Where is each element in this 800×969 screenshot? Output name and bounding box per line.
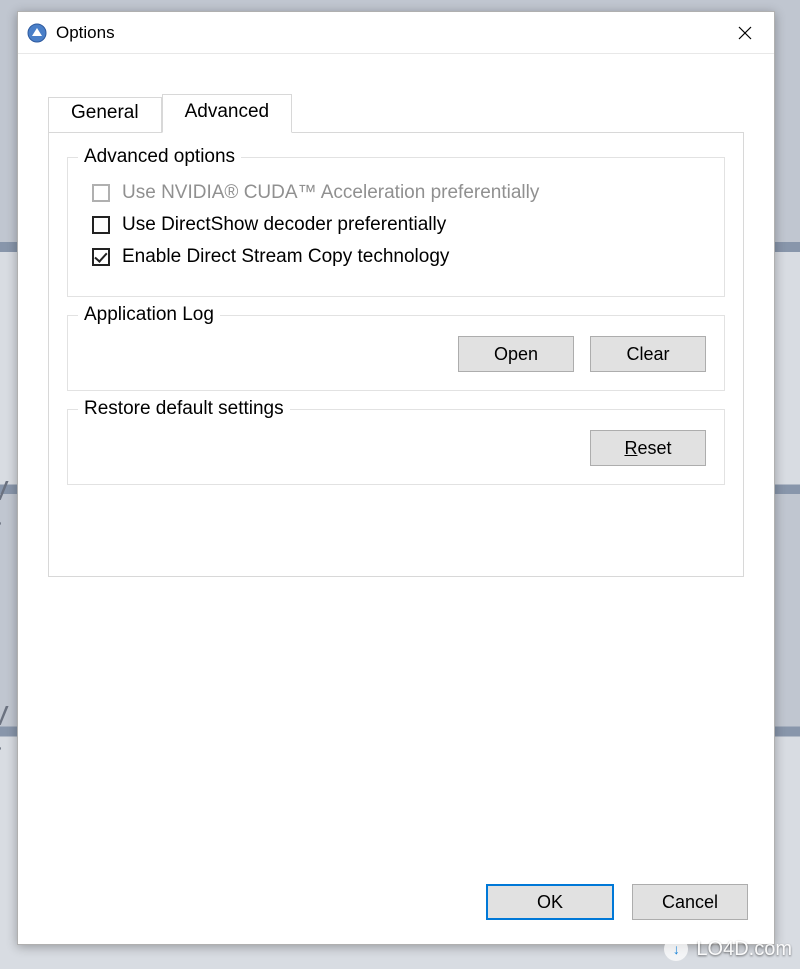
group-legend: Advanced options (78, 146, 241, 168)
option-directshow[interactable]: Use DirectShow decoder preferentially (92, 214, 706, 236)
app-icon (26, 22, 48, 44)
dialog-content: General Advanced Advanced options Use NV… (18, 54, 774, 866)
cancel-button[interactable]: Cancel (632, 884, 748, 920)
group-application-log: Application Log Open Clear (67, 315, 725, 391)
watermark: ↓ LO4D.com (664, 937, 792, 961)
dialog-footer: OK Cancel (18, 866, 774, 944)
download-icon: ↓ (664, 937, 688, 961)
options-dialog: Options General Advanced Advanced option… (17, 11, 775, 945)
option-label: Use DirectShow decoder preferentially (122, 214, 446, 236)
tab-panel-advanced: Advanced options Use NVIDIA® CUDA™ Accel… (48, 132, 744, 577)
clear-log-button[interactable]: Clear (590, 336, 706, 372)
tab-strip: General Advanced (48, 94, 744, 132)
bg-text: V (0, 475, 9, 507)
bg-text: r (0, 737, 1, 769)
option-cuda: Use NVIDIA® CUDA™ Acceleration preferent… (92, 182, 706, 204)
close-icon (738, 26, 752, 40)
reset-button[interactable]: Reset (590, 430, 706, 466)
checkbox-cuda (92, 184, 110, 202)
group-legend: Restore default settings (78, 398, 290, 420)
open-log-button[interactable]: Open (458, 336, 574, 372)
checkbox-directshow[interactable] (92, 216, 110, 234)
group-restore-defaults: Restore default settings Reset (67, 409, 725, 485)
option-label: Enable Direct Stream Copy technology (122, 246, 449, 268)
tab-general[interactable]: General (48, 97, 162, 132)
tab-advanced[interactable]: Advanced (162, 94, 293, 133)
bg-text: r (0, 512, 1, 544)
watermark-text: LO4D.com (696, 938, 792, 961)
checkbox-direct-stream-copy[interactable] (92, 248, 110, 266)
group-legend: Application Log (78, 304, 220, 326)
bg-text: V (0, 700, 9, 732)
close-button[interactable] (716, 12, 774, 54)
ok-button[interactable]: OK (486, 884, 614, 920)
window-title: Options (56, 23, 716, 43)
titlebar: Options (18, 12, 774, 54)
option-direct-stream-copy[interactable]: Enable Direct Stream Copy technology (92, 246, 706, 268)
group-advanced-options: Advanced options Use NVIDIA® CUDA™ Accel… (67, 157, 725, 297)
option-label: Use NVIDIA® CUDA™ Acceleration preferent… (122, 182, 539, 204)
